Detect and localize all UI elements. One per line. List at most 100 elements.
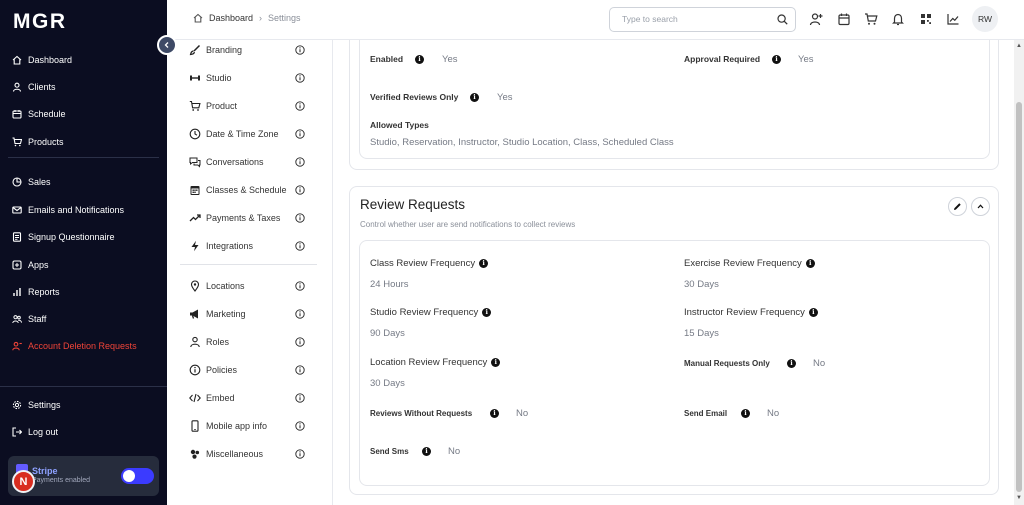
info-circle-icon[interactable] (295, 281, 305, 291)
sidebar-item-schedule[interactable]: Schedule (12, 107, 66, 121)
home-icon[interactable] (193, 13, 203, 23)
settings-nav-conversations[interactable]: Conversations (189, 155, 307, 169)
info-circle-icon[interactable] (295, 241, 305, 251)
settings-nav-classes-schedule[interactable]: Classes & Schedule (189, 183, 307, 197)
info-circle-icon[interactable] (295, 73, 305, 83)
page-scrollbar[interactable]: ▲ ▼ (1014, 40, 1024, 505)
line-chart-icon[interactable] (946, 12, 960, 26)
info-circle-icon[interactable] (295, 101, 305, 111)
sidebar-item-account-deletion-requests[interactable]: Account Deletion Requests (12, 339, 137, 353)
sidebar-item-dashboard[interactable]: Dashboard (12, 53, 72, 67)
logout-button[interactable]: Log out (12, 425, 58, 439)
search-field[interactable] (609, 7, 796, 32)
info-icon[interactable]: i (470, 93, 479, 102)
info-icon[interactable]: i (808, 308, 818, 317)
user-avatar[interactable]: RW (972, 6, 998, 32)
settings-nav-product[interactable]: Product (189, 99, 307, 113)
home-icon (12, 55, 22, 65)
settings-nav-mobile-app-info[interactable]: Mobile app info (189, 419, 307, 433)
dumbbell-icon (189, 72, 201, 84)
settings-nav-payments-taxes[interactable]: Payments & Taxes (189, 211, 307, 225)
bell-icon[interactable] (891, 12, 905, 26)
info-icon[interactable]: i (805, 259, 815, 268)
info-circle-icon[interactable] (295, 393, 305, 403)
info-circle-icon[interactable] (295, 185, 305, 195)
scroll-up-icon[interactable]: ▲ (1016, 43, 1022, 49)
settings-nav-marketing[interactable]: Marketing (189, 307, 307, 321)
sidebar-divider (0, 386, 167, 387)
mail-icon (12, 205, 22, 215)
calendar-icon[interactable] (837, 12, 851, 26)
location-pin-icon (189, 280, 201, 292)
info-circle-icon[interactable] (295, 449, 305, 459)
exercise-review-frequency-value: 30 Days (684, 279, 719, 290)
info-circle-icon[interactable] (295, 129, 305, 139)
class-review-frequency-value: 24 Hours (370, 279, 409, 290)
sidebar-item-clients[interactable]: Clients (12, 80, 56, 94)
info-circle-icon[interactable] (295, 421, 305, 431)
settings-nav-miscellaneous[interactable]: Miscellaneous (189, 447, 307, 461)
info-icon[interactable]: i (422, 447, 431, 456)
settings-nav-policies[interactable]: Policies (189, 363, 307, 377)
location-review-frequency-value: 30 Days (370, 378, 405, 389)
toggle-knob (123, 470, 135, 482)
add-user-icon[interactable] (809, 12, 823, 26)
collapse-section-button[interactable] (971, 197, 990, 216)
qr-code-icon[interactable] (919, 12, 933, 26)
search-icon[interactable] (777, 14, 788, 25)
settings-nav-embed[interactable]: Embed (189, 391, 307, 405)
info-icon[interactable]: i (491, 358, 501, 367)
info-circle-icon[interactable] (295, 309, 305, 319)
settings-nav-locations[interactable]: Locations (189, 279, 307, 293)
settings-nav-label: Product (206, 101, 238, 111)
settings-nav-integrations[interactable]: Integrations (189, 239, 307, 253)
allowed-types-label: Allowed Types (370, 120, 429, 130)
settings-nav-roles[interactable]: Roles (189, 335, 307, 349)
settings-nav-date-time-zone[interactable]: Date & Time Zone (189, 127, 307, 141)
stripe-payments-toggle[interactable] (121, 468, 154, 484)
sidebar-item-products[interactable]: Products (12, 135, 64, 149)
notification-avatar-badge[interactable]: N (12, 470, 35, 493)
settings-nav-branding[interactable]: Branding (189, 43, 307, 57)
info-icon[interactable]: i (482, 308, 492, 317)
info-icon[interactable]: i (787, 359, 796, 368)
breadcrumb-dashboard-link[interactable]: Dashboard (209, 13, 253, 23)
sidebar-item-reports[interactable]: Reports (12, 285, 60, 299)
info-circle-icon[interactable] (295, 45, 305, 55)
sidebar-item-label: Staff (28, 314, 47, 324)
cart-icon[interactable] (864, 12, 878, 26)
enabled-value: Yes (442, 54, 458, 65)
info-icon[interactable]: i (490, 409, 499, 418)
sidebar-item-signup-questionnaire[interactable]: Signup Questionnaire (12, 230, 115, 244)
scrollbar-thumb[interactable] (1016, 102, 1022, 492)
sidebar-item-sales[interactable]: Sales (12, 175, 51, 189)
settings-nav-label: Roles (206, 337, 230, 347)
settings-nav-studio[interactable]: Studio (189, 71, 307, 85)
sidebar-item-settings[interactable]: Settings (12, 398, 61, 412)
scroll-down-icon[interactable]: ▼ (1016, 495, 1022, 501)
brush-icon (189, 44, 201, 56)
sidebar-item-emails[interactable]: Emails and Notifications (12, 203, 124, 217)
sidebar-item-label: Apps (28, 260, 49, 270)
info-icon[interactable]: i (479, 259, 489, 268)
search-input[interactable] (622, 14, 772, 24)
sidebar-collapse-button[interactable] (157, 35, 177, 55)
settings-nav-label: Locations (206, 281, 245, 291)
info-icon[interactable]: i (772, 55, 781, 64)
edit-button[interactable] (948, 197, 967, 216)
info-circle-icon[interactable] (295, 213, 305, 223)
sidebar-item-apps[interactable]: Apps (12, 258, 49, 272)
review-requests-title: Review Requests (360, 197, 466, 212)
info-circle-icon[interactable] (295, 365, 305, 375)
info-circle-icon[interactable] (295, 157, 305, 167)
info-icon[interactable]: i (741, 409, 750, 418)
sidebar-item-label: Clients (28, 82, 56, 92)
settings-nav-label: Payments & Taxes (206, 213, 281, 223)
info-icon[interactable]: i (415, 55, 424, 64)
send-sms-value: No (448, 446, 461, 457)
info-circle-icon[interactable] (295, 337, 305, 347)
sidebar-item-label: Signup Questionnaire (28, 232, 115, 242)
settings-nav-label: Mobile app info (206, 421, 268, 431)
sidebar-item-staff[interactable]: Staff (12, 312, 46, 326)
approval-required-value: Yes (798, 54, 814, 65)
